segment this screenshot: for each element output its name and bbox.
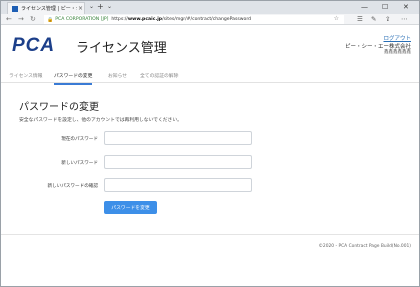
nav-tabs: ライセンス情報 パスワードの変更 お知らせ 全ての認証の解除	[1, 69, 419, 85]
copyright: ©2020 - PCA Contract Page Build(No.001)	[318, 244, 411, 249]
pca-logo: PCA	[12, 35, 56, 56]
confirm-password-label: 新しいパスワードの確認	[47, 184, 98, 189]
browser-window: ライセンス管理 | ピー・シー・ × ⌄ + ⌄ — ☐ ✕ ← → ↻ 🔒 P…	[0, 0, 420, 287]
favicon-icon	[12, 5, 18, 12]
page-title: パスワードの変更	[19, 102, 99, 113]
star-icon[interactable]: ☆	[334, 15, 339, 22]
new-password-label: 新しいパスワード	[61, 161, 98, 166]
tab-notices[interactable]: お知らせ	[108, 72, 127, 79]
logout-link[interactable]: ログアウト	[383, 34, 411, 42]
tab-title: ライセンス管理 | ピー・シー・	[21, 6, 77, 12]
certificate-label[interactable]: PCA CORPORATION [JP]	[55, 17, 108, 22]
new-password-input[interactable]	[104, 155, 252, 169]
tab-list-icon[interactable]: ⌄	[107, 3, 112, 10]
confirm-password-input[interactable]	[104, 178, 252, 192]
maximize-button[interactable]: ☐	[382, 3, 388, 11]
share-icon[interactable]: ⇪	[385, 15, 390, 23]
page-description: 安全なパスワードを設定し、他のアカウントでは再利用しないでください。	[19, 118, 182, 123]
lock-icon: 🔒	[47, 16, 54, 23]
url-field[interactable]: 🔒 PCA CORPORATION [JP] https://www.pcaic…	[44, 15, 344, 24]
minimize-button[interactable]: —	[361, 3, 368, 11]
browser-tab[interactable]: ライセンス管理 | ピー・シー・ ×	[7, 2, 85, 14]
address-bar: ← → ↻ 🔒 PCA CORPORATION [JP] https://www…	[1, 14, 419, 25]
forward-icon[interactable]: →	[18, 15, 24, 23]
refresh-icon[interactable]: ↻	[30, 15, 36, 23]
app-title: ライセンス管理	[76, 41, 167, 56]
back-icon[interactable]: ←	[6, 15, 12, 23]
menu-icon[interactable]: ⋯	[401, 15, 408, 23]
change-password-button[interactable]: パスワードを変更	[104, 201, 157, 214]
tab-license-info[interactable]: ライセンス情報	[9, 72, 42, 79]
current-password-label: 現在のパスワード	[61, 137, 98, 142]
favorites-icon[interactable]: ☰	[357, 15, 363, 23]
tab-bar: ライセンス管理 | ピー・シー・ × ⌄ + ⌄ — ☐ ✕	[1, 1, 419, 14]
tab-close-icon[interactable]: ×	[77, 5, 84, 12]
pen-icon[interactable]: ✎	[371, 15, 376, 23]
new-tab-button[interactable]: +	[97, 2, 104, 11]
tab-menu-icon[interactable]: ⌄	[89, 3, 94, 10]
current-password-input[interactable]	[104, 131, 252, 145]
close-window-button[interactable]: ✕	[403, 3, 409, 11]
url-text: https://www.pcaic.jp/sites/mgr/#/contrac…	[111, 17, 252, 22]
tab-change-password[interactable]: パスワードの変更	[54, 72, 93, 85]
tab-revoke-all[interactable]: 全ての認証の解除	[140, 72, 178, 79]
footer-divider	[1, 234, 419, 235]
user-name: 鑫鑫鑫鑫鑫鑫	[384, 50, 411, 55]
